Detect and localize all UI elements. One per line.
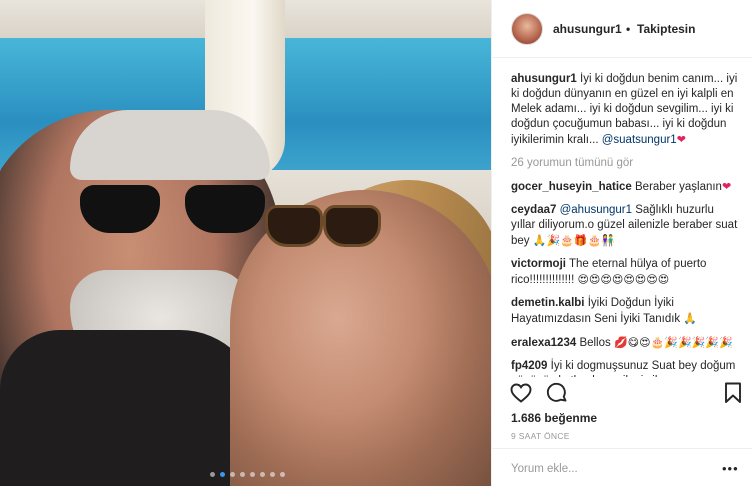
comments-list: ahusungur1 İyi ki doğdun benim canım... …	[511, 72, 741, 377]
photo-man-sunglasses	[80, 185, 270, 235]
comment-mention[interactable]: @ahusungur1	[560, 204, 632, 216]
post-actions	[509, 381, 745, 405]
comment-emoji: 💋😋😍🎂🎉🎉🎉🎉🎉	[613, 336, 733, 349]
comment-bubble-icon[interactable]	[545, 381, 569, 405]
carousel-dot[interactable]	[220, 472, 225, 477]
carousel-dot[interactable]	[210, 472, 215, 477]
caption-mention[interactable]: @suatsungur1	[602, 134, 677, 146]
caption: ahusungur1 İyi ki doğdun benim canım... …	[511, 72, 741, 148]
carousel-dot[interactable]	[270, 472, 275, 477]
carousel-dot[interactable]	[280, 472, 285, 477]
carousel-dot[interactable]	[250, 472, 255, 477]
post-side-panel: ahusungur1 • Takiptesin ahusungur1 İyi k…	[491, 0, 752, 486]
post-header: ahusungur1 • Takiptesin	[492, 0, 752, 58]
comment-item: ceydaa7 @ahusungur1 Sağlıklı huzurlu yıl…	[511, 203, 741, 249]
caption-username[interactable]: ahusungur1	[511, 73, 577, 85]
bookmark-icon[interactable]	[721, 381, 745, 405]
avatar[interactable]	[511, 13, 543, 45]
photo-man-hair	[70, 110, 270, 180]
comment-item: demetin.kalbi İyiki Doğdun İyiki Hayatım…	[511, 296, 741, 327]
header-separator: •	[626, 22, 631, 36]
comment-text: Bellos	[579, 337, 614, 349]
heart-outline-icon[interactable]	[509, 381, 533, 405]
comment-username[interactable]: fp4209	[511, 360, 547, 372]
heart-emoji: ❤	[676, 133, 686, 146]
comment-username[interactable]: victormoji	[511, 258, 566, 270]
like-count[interactable]: 1.686 beğenme	[511, 411, 597, 425]
add-comment-input[interactable]: Yorum ekle...	[511, 463, 578, 475]
carousel-dot[interactable]	[260, 472, 265, 477]
comment-emoji: 😍😍😍😍😍😍😍😍	[577, 273, 670, 286]
comment-item: victormoji The eternal hülya of puerto r…	[511, 257, 741, 288]
carousel-dot[interactable]	[240, 472, 245, 477]
comment-username[interactable]: demetin.kalbi	[511, 297, 585, 309]
comment-item: fp4209 İyi ki dogmuşsunuz Suat bey doğum…	[511, 359, 741, 377]
post-timestamp[interactable]: 9 SAAT ÖNCE	[511, 431, 570, 441]
follow-status[interactable]: Takiptesin	[637, 22, 695, 36]
photo-man-shirt	[0, 330, 260, 486]
carousel-indicator	[210, 472, 285, 477]
comment-emoji: 🙏	[683, 312, 698, 325]
comment-item: gocer_huseyin_hatice Beraber yaşlanın❤	[511, 179, 741, 195]
more-options-button[interactable]: •••	[722, 461, 739, 476]
comment-item: eralexa1234 Bellos 💋😋😍🎂🎉🎉🎉🎉🎉	[511, 335, 741, 351]
comment-username[interactable]: eralexa1234	[511, 337, 576, 349]
comment-username[interactable]: gocer_huseyin_hatice	[511, 181, 632, 193]
instagram-post: ahusungur1 • Takiptesin ahusungur1 İyi k…	[0, 0, 752, 486]
post-photo[interactable]	[0, 0, 491, 486]
comment-emoji: ❤	[721, 180, 732, 193]
add-comment-bar: Yorum ekle... •••	[492, 448, 752, 486]
comment-emoji: 🙏🎉🎂🎁🎂👫	[532, 234, 615, 247]
comment-text: Beraber yaşlanın	[635, 181, 722, 193]
comment-username[interactable]: ceydaa7	[511, 204, 556, 216]
photo-woman-sunglasses	[265, 205, 381, 247]
carousel-dot[interactable]	[230, 472, 235, 477]
view-all-comments[interactable]: 26 yorumun tümünü gör	[511, 156, 741, 171]
header-username[interactable]: ahusungur1	[553, 22, 622, 36]
